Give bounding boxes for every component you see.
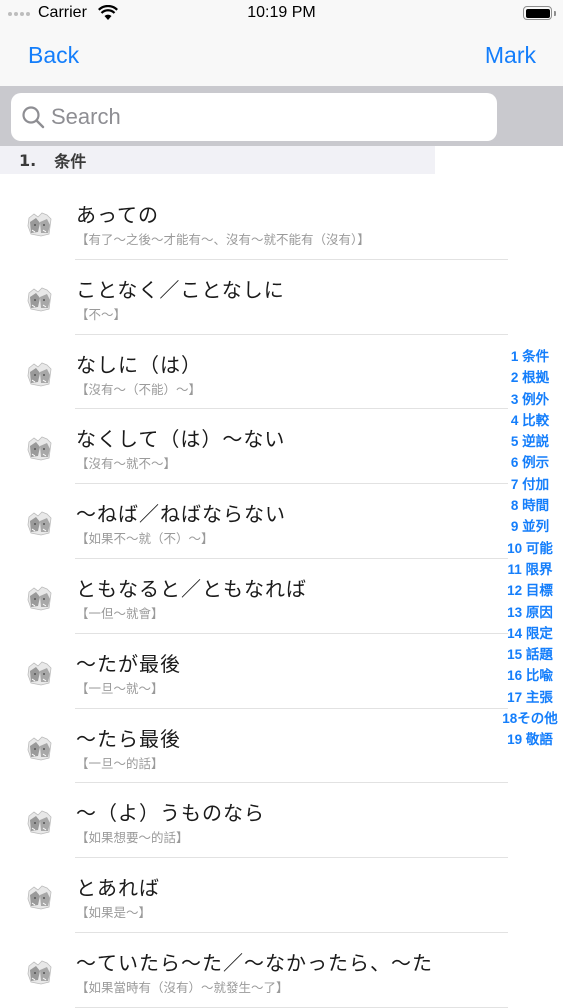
cat-illustration-icon bbox=[25, 285, 55, 313]
item-title: なくして（は）～ない bbox=[76, 427, 286, 452]
search-icon bbox=[22, 106, 45, 129]
item-subtitle: 【如果不～就（不）～】 bbox=[76, 531, 214, 547]
index-item[interactable]: 17 主張 bbox=[507, 687, 553, 708]
list-item[interactable]: ～ねば／ねばならない 【如果不～就（不）～】 bbox=[0, 484, 508, 559]
index-item[interactable]: 5 逆説 bbox=[511, 431, 549, 452]
index-item[interactable]: 10 可能 bbox=[507, 538, 553, 559]
index-item[interactable]: 19 敬語 bbox=[507, 729, 553, 750]
status-bar: Carrier 10:19 PM bbox=[0, 0, 563, 28]
section-number: 1. bbox=[19, 150, 37, 170]
item-subtitle: 【如果是～】 bbox=[76, 905, 152, 921]
cat-illustration-icon bbox=[25, 210, 55, 238]
index-item[interactable]: 4 比較 bbox=[511, 410, 549, 431]
cat-illustration-icon bbox=[25, 883, 55, 911]
item-title: とあれば bbox=[76, 876, 160, 901]
index-item[interactable]: 8 時間 bbox=[511, 495, 549, 516]
item-subtitle: 【沒有～就不～】 bbox=[76, 456, 177, 472]
index-item[interactable]: 12 目標 bbox=[507, 580, 553, 601]
search-input[interactable] bbox=[51, 104, 471, 130]
list-item[interactable]: ～（よ）うものなら 【如果想要～的話】 bbox=[0, 783, 508, 859]
item-title: ことなく／ことなしに bbox=[76, 277, 285, 302]
list-item[interactable]: ～たら最後 【一旦～的話】 bbox=[0, 709, 508, 784]
item-subtitle: 【沒有～（不能）～】 bbox=[76, 381, 202, 397]
status-time: 10:19 PM bbox=[247, 4, 316, 21]
battery-icon bbox=[523, 6, 552, 20]
navigation-bar: Back Mark bbox=[0, 28, 563, 86]
index-item[interactable]: 18その他 bbox=[502, 708, 558, 729]
item-subtitle: 【不～】 bbox=[76, 306, 127, 322]
index-item[interactable]: 15 話題 bbox=[507, 644, 553, 665]
item-title: なしに（は） bbox=[76, 352, 202, 377]
index-item[interactable]: 3 例外 bbox=[511, 389, 549, 410]
index-item[interactable]: 1 条件 bbox=[511, 346, 549, 367]
index-item[interactable]: 9 並列 bbox=[511, 516, 549, 537]
list-item[interactable]: なしに（は） 【沒有～（不能）～】 bbox=[0, 335, 508, 410]
search-bar bbox=[0, 86, 563, 146]
index-item[interactable]: 2 根拠 bbox=[511, 367, 549, 388]
list-item[interactable]: ともなると／ともなれば 【一但～就會】 bbox=[0, 559, 508, 634]
cat-illustration-icon bbox=[25, 659, 55, 687]
item-title: ともなると／ともなれば bbox=[76, 576, 307, 601]
section-title: 条件 bbox=[54, 152, 87, 171]
index-item[interactable]: 16 比喩 bbox=[507, 665, 553, 686]
item-title: ～たら最後 bbox=[76, 726, 181, 751]
index-item[interactable]: 11 限界 bbox=[507, 559, 552, 580]
item-subtitle: 【有了～之後～才能有～、沒有～就不能有（沒有）】 bbox=[76, 232, 370, 247]
item-title: ～たが最後 bbox=[76, 651, 181, 676]
cat-illustration-icon bbox=[25, 360, 55, 388]
item-title: あっての bbox=[76, 203, 159, 227]
list-item[interactable]: なくして（は）～ない 【沒有～就不～】 bbox=[0, 409, 508, 485]
cat-illustration-icon bbox=[25, 808, 55, 836]
list-item[interactable]: ～たが最後 【一旦～就～】 bbox=[0, 634, 508, 709]
list-item[interactable]: ことなく／ことなしに 【不～】 bbox=[0, 260, 508, 335]
mark-button[interactable]: Mark bbox=[485, 42, 536, 69]
list-item[interactable]: あっての 【有了～之後～才能有～、沒有～就不能有（沒有）】 bbox=[0, 185, 508, 260]
index-item[interactable]: 14 限定 bbox=[507, 623, 553, 644]
section-index[interactable]: 1 条件 2 根拠 3 例外 4 比較 5 逆説 6 例示 7 付加 8 時間 9 並列 10 可… bbox=[500, 346, 560, 751]
item-subtitle: 【一但～就會】 bbox=[76, 605, 164, 621]
item-title: ～（よ）うものなら bbox=[76, 801, 265, 826]
section-header: 1. 条件 bbox=[0, 146, 435, 174]
back-button[interactable]: Back bbox=[28, 42, 79, 69]
item-title: ～ていたら～た／～なかったら、～た bbox=[76, 950, 433, 975]
item-subtitle: 【一旦～的話】 bbox=[76, 755, 164, 771]
cat-illustration-icon bbox=[25, 584, 55, 612]
list-item[interactable]: とあれば 【如果是～】 bbox=[0, 858, 508, 933]
item-title: ～ねば／ねばならない bbox=[76, 502, 286, 527]
item-subtitle: 【如果當時有（沒有）～就發生～了】 bbox=[76, 979, 289, 995]
search-field[interactable] bbox=[11, 93, 497, 141]
cat-illustration-icon bbox=[25, 509, 55, 537]
index-item[interactable]: 13 原因 bbox=[507, 602, 553, 623]
cat-illustration-icon bbox=[25, 434, 55, 462]
index-item[interactable]: 7 付加 bbox=[511, 474, 549, 495]
battery-tip bbox=[554, 11, 556, 16]
item-subtitle: 【如果想要～的話】 bbox=[76, 830, 189, 846]
grammar-list: あっての 【有了～之後～才能有～、沒有～就不能有（沒有）】 ことなく／ことなしに… bbox=[0, 185, 508, 1008]
list-item[interactable]: ～ていたら～た／～なかったら、～た 【如果當時有（沒有）～就發生～了】 bbox=[0, 933, 508, 1008]
cat-illustration-icon bbox=[25, 734, 55, 762]
item-subtitle: 【一旦～就～】 bbox=[76, 680, 164, 696]
index-item[interactable]: 6 例示 bbox=[511, 452, 549, 473]
cat-illustration-icon bbox=[25, 958, 55, 986]
